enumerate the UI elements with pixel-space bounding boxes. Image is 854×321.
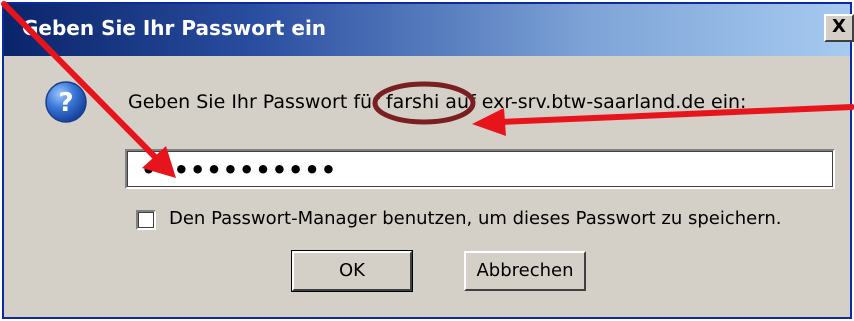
remember-password-label[interactable]: Den Passwort-Manager benutzen, um dieses… <box>169 208 781 229</box>
svg-text:?: ? <box>58 88 73 118</box>
question-icon: ? <box>45 81 87 123</box>
dialog-title: Geben Sie Ihr Passwort ein <box>22 16 327 40</box>
close-button[interactable]: X <box>824 14 854 42</box>
remember-password-checkbox[interactable] <box>136 210 156 230</box>
password-prompt-text: Geben Sie Ihr Passwort für farshi auf ex… <box>128 91 747 113</box>
dialog-titlebar[interactable]: Geben Sie Ihr Passwort ein <box>4 4 850 56</box>
screenshot-canvas: Geben Sie Ihr Passwort ein X ? Geben Sie… <box>0 0 854 321</box>
password-masked-value: •••••••••••• <box>141 156 338 184</box>
cancel-button[interactable]: Abbrechen <box>464 251 586 291</box>
ok-button[interactable]: OK <box>291 250 413 292</box>
password-input[interactable]: •••••••••••• <box>125 149 835 189</box>
